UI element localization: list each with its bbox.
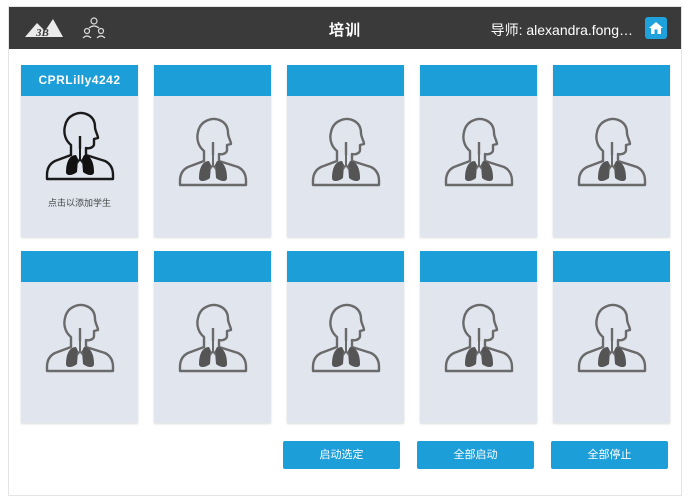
manikin-card[interactable] bbox=[287, 251, 404, 423]
stop-all-button[interactable]: 全部停止 bbox=[551, 441, 668, 469]
home-button[interactable] bbox=[645, 17, 667, 39]
logo: 3B bbox=[25, 19, 63, 39]
manikin-torso-icon bbox=[444, 117, 514, 187]
manikin-torso-icon bbox=[178, 117, 248, 187]
manikin-torso-icon bbox=[178, 303, 248, 373]
manikin-card[interactable] bbox=[553, 65, 670, 237]
manikin-torso-icon bbox=[45, 111, 115, 181]
home-icon bbox=[649, 22, 663, 34]
manikin-name bbox=[553, 251, 670, 282]
manikin-name: CPRLilly4242 bbox=[21, 65, 138, 96]
manikin-torso-icon bbox=[577, 117, 647, 187]
svg-text:3B: 3B bbox=[35, 27, 49, 39]
manikin-torso-icon bbox=[45, 303, 115, 373]
manikin-torso-icon bbox=[444, 303, 514, 373]
manikin-card[interactable]: CPRLilly4242 点击以添加学生 bbox=[21, 65, 138, 237]
manikin-card[interactable] bbox=[420, 251, 537, 423]
manikin-torso-icon bbox=[311, 303, 381, 373]
manikin-name bbox=[21, 251, 138, 282]
manikin-card[interactable] bbox=[420, 65, 537, 237]
manikin-card[interactable] bbox=[154, 65, 271, 237]
manikin-name bbox=[287, 251, 404, 282]
manikin-name bbox=[420, 251, 537, 282]
manikin-name bbox=[287, 65, 404, 96]
manikin-name bbox=[420, 65, 537, 96]
manikin-card[interactable] bbox=[154, 251, 271, 423]
add-student-hint[interactable]: 点击以添加学生 bbox=[21, 196, 138, 209]
manikin-card[interactable] bbox=[287, 65, 404, 237]
manikin-card[interactable] bbox=[21, 251, 138, 423]
manikin-name bbox=[553, 65, 670, 96]
start-all-button[interactable]: 全部启动 bbox=[417, 441, 534, 469]
manikin-torso-icon bbox=[577, 303, 647, 373]
manikin-card[interactable] bbox=[553, 251, 670, 423]
instructor-label: 导师: alexandra.fong… bbox=[490, 22, 633, 38]
manikin-torso-icon bbox=[311, 117, 381, 187]
app-frame: 3B 培训 导师: alexandra.fong… CPRLilly4242 点击… bbox=[8, 6, 682, 496]
users-group-icon[interactable] bbox=[81, 15, 107, 41]
start-selected-button[interactable]: 启动选定 bbox=[283, 441, 400, 469]
manikin-name bbox=[154, 251, 271, 282]
top-bar: 3B 培训 导师: alexandra.fong… bbox=[9, 7, 681, 49]
manikin-name bbox=[154, 65, 271, 96]
